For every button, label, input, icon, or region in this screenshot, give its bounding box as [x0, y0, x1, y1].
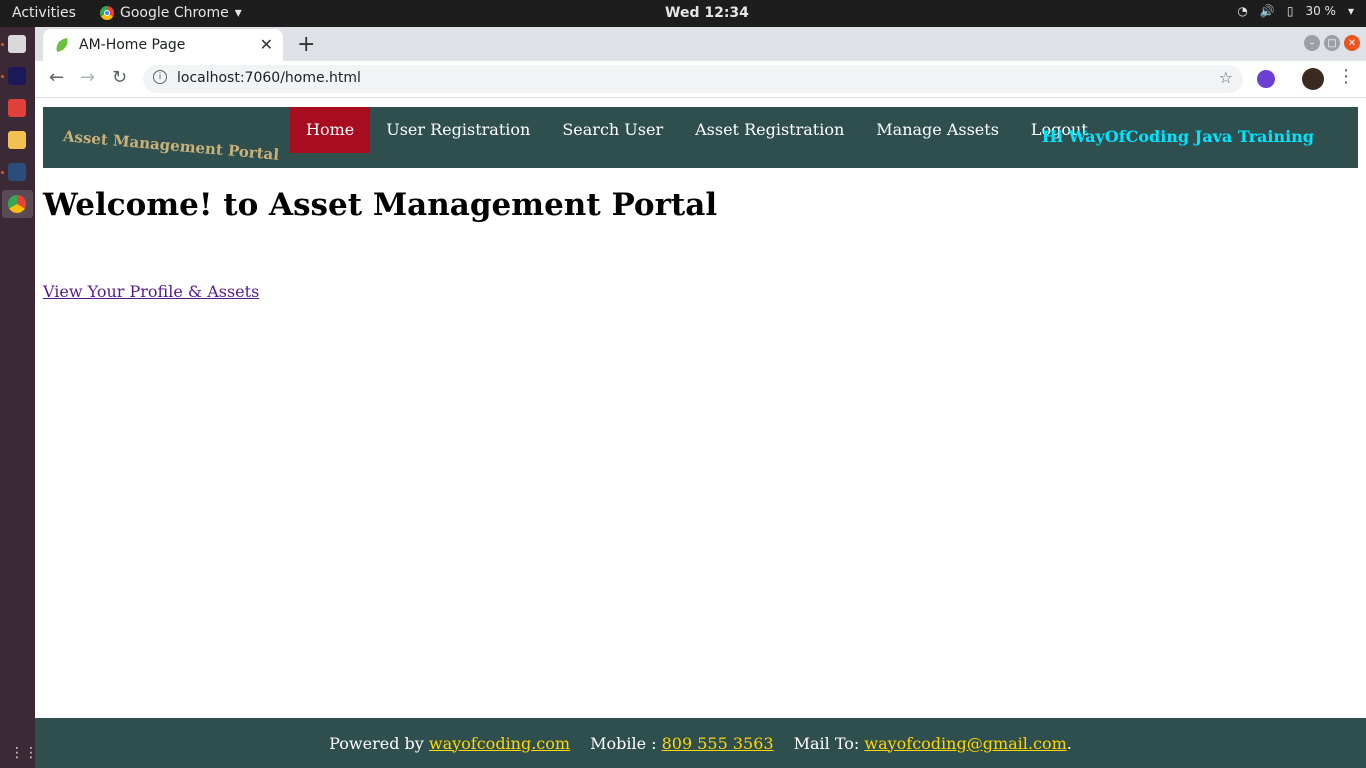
files-icon[interactable]: [8, 35, 26, 53]
leaf-favicon-icon: [53, 37, 71, 53]
nav-home[interactable]: Home: [290, 107, 371, 153]
reload-icon[interactable]: ↻: [112, 67, 127, 88]
bookmark-star-icon[interactable]: ☆: [1219, 68, 1233, 87]
close-window-icon[interactable]: ✕: [1344, 35, 1360, 51]
system-top-bar: Activities Google Chrome ▾ Wed 12:34 ◔ 🔊…: [0, 0, 1366, 27]
view-profile-link[interactable]: View Your Profile & Assets: [43, 282, 259, 301]
brand-logo: Asset Management Portal: [62, 127, 280, 164]
minimize-icon[interactable]: –: [1304, 35, 1320, 51]
nav-user-registration[interactable]: User Registration: [370, 107, 546, 153]
info-icon[interactable]: i: [153, 70, 167, 84]
vscode-icon[interactable]: [8, 163, 26, 181]
forward-icon[interactable]: →: [80, 67, 95, 88]
mobile-info: Mobile : 809 555 3563: [590, 734, 774, 753]
close-tab-icon[interactable]: ✕: [260, 35, 273, 54]
nav-asset-registration[interactable]: Asset Registration: [679, 107, 860, 153]
mobile-link[interactable]: 809 555 3563: [662, 734, 774, 753]
nav-manage-assets[interactable]: Manage Assets: [860, 107, 1015, 153]
text-editor-icon[interactable]: [8, 131, 26, 149]
chrome-icon: [100, 6, 114, 20]
maximize-icon[interactable]: □: [1324, 35, 1340, 51]
battery-percent: 30 %: [1305, 4, 1336, 18]
app-menu[interactable]: Google Chrome ▾: [100, 5, 242, 21]
chevron-down-icon: ▾: [1347, 4, 1354, 18]
mail-label: Mail To:: [793, 733, 860, 753]
page-viewport: Asset Management Portal Home User Regist…: [35, 98, 1366, 768]
url-text: localhost:7060/home.html: [177, 70, 361, 86]
system-tray[interactable]: ◔ 🔊 ▯ 30 % ▾: [1237, 4, 1354, 18]
tab-title: AM-Home Page: [79, 37, 186, 53]
volume-icon: 🔊: [1259, 4, 1275, 18]
back-icon[interactable]: ←: [49, 67, 64, 88]
powered-label: Powered by: [329, 733, 424, 753]
nav-search-user[interactable]: Search User: [546, 107, 679, 153]
chevron-down-icon: ▾: [234, 5, 242, 21]
user-greeting: Hi WayOfCoding Java Training: [1041, 127, 1314, 146]
extension-icon[interactable]: [1257, 70, 1275, 88]
chrome-icon[interactable]: [8, 195, 26, 213]
evince-icon[interactable]: [8, 99, 26, 117]
dock: ⋮⋮⋮: [0, 27, 52, 768]
nav-menu: Home User Registration Search User Asset…: [290, 107, 1104, 153]
running-indicator: [1, 43, 4, 46]
email-link[interactable]: wayofcoding@gmail.com: [864, 734, 1066, 753]
page-title: Welcome! to Asset Management Portal: [43, 187, 718, 223]
footer-period: .: [1066, 733, 1072, 753]
clock[interactable]: Wed 12:34: [665, 5, 749, 21]
website-link[interactable]: wayofcoding.com: [429, 734, 570, 753]
page-footer: Powered by wayofcoding.com Mobile : 809 …: [35, 718, 1366, 768]
browser-toolbar: ← → ↻ i localhost:7060/home.html ☆ ⋮: [35, 61, 1366, 98]
tab-bar: AM-Home Page ✕ + – □ ✕: [35, 27, 1366, 61]
wifi-icon: ◔: [1237, 4, 1248, 18]
kebab-menu-icon[interactable]: ⋮: [1337, 66, 1355, 87]
browser-tab[interactable]: AM-Home Page ✕: [43, 29, 283, 61]
window-controls: – □ ✕: [1304, 35, 1360, 51]
activities-button[interactable]: Activities: [12, 5, 76, 21]
address-bar[interactable]: i localhost:7060/home.html ☆: [143, 65, 1243, 93]
app-menu-label: Google Chrome: [120, 5, 229, 21]
portal-navbar: Asset Management Portal Home User Regist…: [43, 107, 1358, 168]
battery-icon: ▯: [1286, 4, 1294, 18]
mail-info: Mail To: wayofcoding@gmail.com.: [794, 734, 1072, 753]
new-tab-icon[interactable]: +: [297, 32, 315, 57]
profile-avatar[interactable]: [1302, 68, 1324, 90]
running-indicator: [1, 75, 4, 78]
running-indicator: [1, 171, 4, 174]
powered-by: Powered by wayofcoding.com: [329, 734, 570, 753]
intellij-icon[interactable]: [8, 67, 26, 85]
mobile-label: Mobile :: [590, 733, 657, 753]
